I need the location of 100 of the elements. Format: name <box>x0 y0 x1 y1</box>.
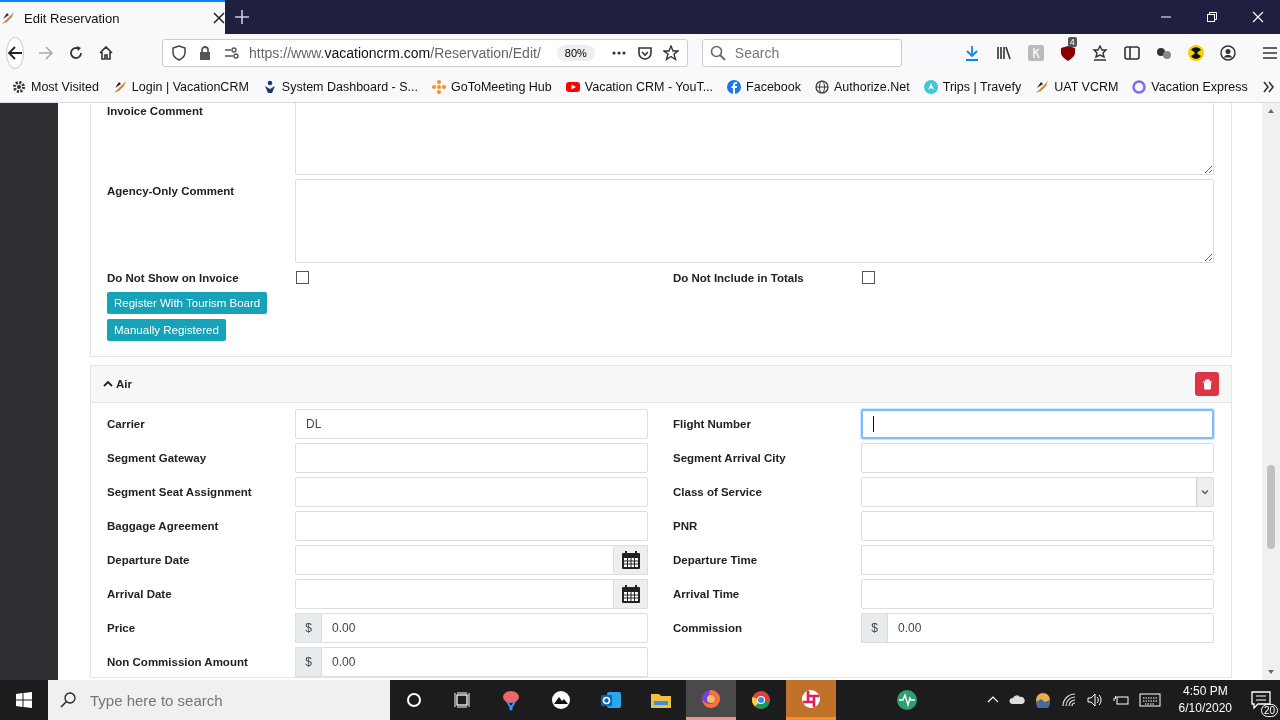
checkbox-label: Do Not Show on Invoice <box>107 271 240 284</box>
shield-icon[interactable] <box>1059 45 1076 61</box>
currency-addon: $ <box>295 613 322 643</box>
pocket-icon[interactable] <box>636 45 653 61</box>
amount-field[interactable]: 0.00 <box>322 647 648 677</box>
back-button[interactable] <box>6 37 24 69</box>
field-label: Commission <box>673 622 743 634</box>
field-label: Baggage Agreement <box>107 520 220 532</box>
reload-icon[interactable] <box>68 45 84 61</box>
scrollbar[interactable] <box>1262 103 1280 680</box>
trash-icon <box>1201 378 1213 390</box>
calendar-button[interactable] <box>614 579 648 609</box>
text-field[interactable] <box>861 545 1214 575</box>
asterisk-icon <box>432 80 446 94</box>
select-field[interactable] <box>861 477 1214 507</box>
bookmark-link[interactable]: Vacation CRM - YouT... <box>565 80 714 94</box>
browser-tab[interactable]: Edit Reservation <box>0 0 225 34</box>
bookmark-link[interactable]: GoToMeeting Hub <box>432 80 552 94</box>
field-label: Carrier <box>107 418 146 430</box>
close-icon[interactable] <box>213 12 225 24</box>
circle-icon <box>406 692 422 708</box>
scroll-thumb[interactable] <box>1267 465 1275 549</box>
address-bar[interactable]: https://www.vacationcrm.com/Reservation/Edit/ 80% <box>162 39 688 67</box>
field-label: Agency-Only Comment <box>107 184 236 199</box>
wifi-icon[interactable] <box>1060 692 1077 708</box>
bookmark-link[interactable]: Trips | Travefy <box>923 80 1022 94</box>
taskbar-search-field[interactable]: Type here to search <box>48 680 390 720</box>
comment-field[interactable] <box>295 103 1214 175</box>
restore-icon[interactable] <box>1206 11 1218 23</box>
download-icon[interactable] <box>963 45 980 61</box>
task-view-icon <box>454 692 470 708</box>
pulse-icon[interactable] <box>896 689 918 711</box>
text-field[interactable]: DL <box>295 409 648 439</box>
date-field[interactable] <box>295 579 614 609</box>
bookmark-link[interactable]: Facebook <box>727 80 801 94</box>
amount-field[interactable]: 0.00 <box>322 613 648 643</box>
date-field[interactable] <box>295 545 614 575</box>
amount-field[interactable]: 0.00 <box>888 613 1214 643</box>
mail-app-icon <box>600 689 622 711</box>
checkbox[interactable] <box>296 271 309 284</box>
text-field[interactable] <box>861 409 1214 439</box>
currency-addon: $ <box>861 613 888 643</box>
text-field[interactable] <box>295 511 648 541</box>
text-field[interactable] <box>861 511 1214 541</box>
zoom-badge[interactable]: 80% <box>556 45 595 61</box>
search-field[interactable]: Search <box>701 39 902 67</box>
delete-button[interactable] <box>1195 372 1219 396</box>
field-label: Segment Seat Assignment <box>107 486 253 498</box>
shield-icon <box>171 45 187 61</box>
text-field[interactable] <box>861 443 1214 473</box>
spheres-icon[interactable] <box>1155 45 1172 61</box>
bookmark-link[interactable]: Authorize.Net <box>815 80 910 94</box>
globe-icon <box>815 80 829 94</box>
star-icon[interactable] <box>1091 45 1108 61</box>
star-icon[interactable] <box>662 45 679 61</box>
text-cursor <box>873 416 874 432</box>
plane-icon <box>1035 80 1050 94</box>
speaker-icon[interactable] <box>1086 692 1103 708</box>
plus-icon[interactable] <box>235 10 249 24</box>
bookmark-link[interactable]: Most Visited <box>12 80 99 94</box>
field-label: Segment Arrival City <box>673 452 787 464</box>
arrow-up-icon <box>923 80 938 94</box>
text-field[interactable] <box>861 579 1214 609</box>
currency-addon: $ <box>295 647 322 677</box>
field-label: Departure Time <box>673 554 759 566</box>
count-badge: 4 <box>1067 37 1077 47</box>
windows-icon[interactable] <box>16 692 32 708</box>
bookmark-link[interactable]: Vacation Express <box>1132 80 1248 94</box>
sidebar-icon[interactable] <box>1123 45 1140 61</box>
field-label: Price <box>107 622 137 634</box>
firefox-icon <box>700 687 722 710</box>
account-icon[interactable] <box>1219 45 1236 61</box>
calendar-button[interactable] <box>614 545 648 575</box>
landscape-icon[interactable] <box>1034 692 1051 708</box>
section-toggle[interactable]: Air <box>103 378 132 390</box>
radiation-icon[interactable] <box>1187 45 1204 61</box>
text-field[interactable] <box>295 477 648 507</box>
bookmark-link[interactable]: System Dashboard - S... <box>262 80 418 94</box>
arrow-down-icon[interactable] <box>1267 668 1275 676</box>
bookmark-link[interactable]: UAT VCRM <box>1035 80 1119 94</box>
menu-icon[interactable] <box>1261 45 1278 61</box>
snipping-icon <box>500 689 522 711</box>
field-label: Departure Date <box>107 554 191 566</box>
bookmark-link[interactable]: Login | VacationCRM <box>112 80 249 94</box>
clock[interactable]: 4:50 PM 6/10/2020 <box>1178 683 1232 717</box>
url-text: https://www.vacationcrm.com/Reservation/Edit/ <box>249 45 541 61</box>
play-icon <box>565 80 580 94</box>
field-label: Non Commission Amount <box>107 656 249 668</box>
checkbox-label: Do Not Include in Totals <box>673 271 805 284</box>
text-field[interactable] <box>295 443 648 473</box>
arrow-up-icon[interactable] <box>1267 107 1275 115</box>
notification-count: 20 <box>1260 704 1278 717</box>
comment-field[interactable] <box>295 179 1214 263</box>
chrome-icon <box>750 689 772 711</box>
chevron-icon[interactable] <box>1261 80 1276 94</box>
library-icon[interactable] <box>995 45 1012 61</box>
field-label: PNR <box>673 520 699 532</box>
home-icon[interactable] <box>98 45 114 61</box>
checkbox[interactable] <box>862 271 875 284</box>
mountain-app-icon <box>550 689 572 711</box>
